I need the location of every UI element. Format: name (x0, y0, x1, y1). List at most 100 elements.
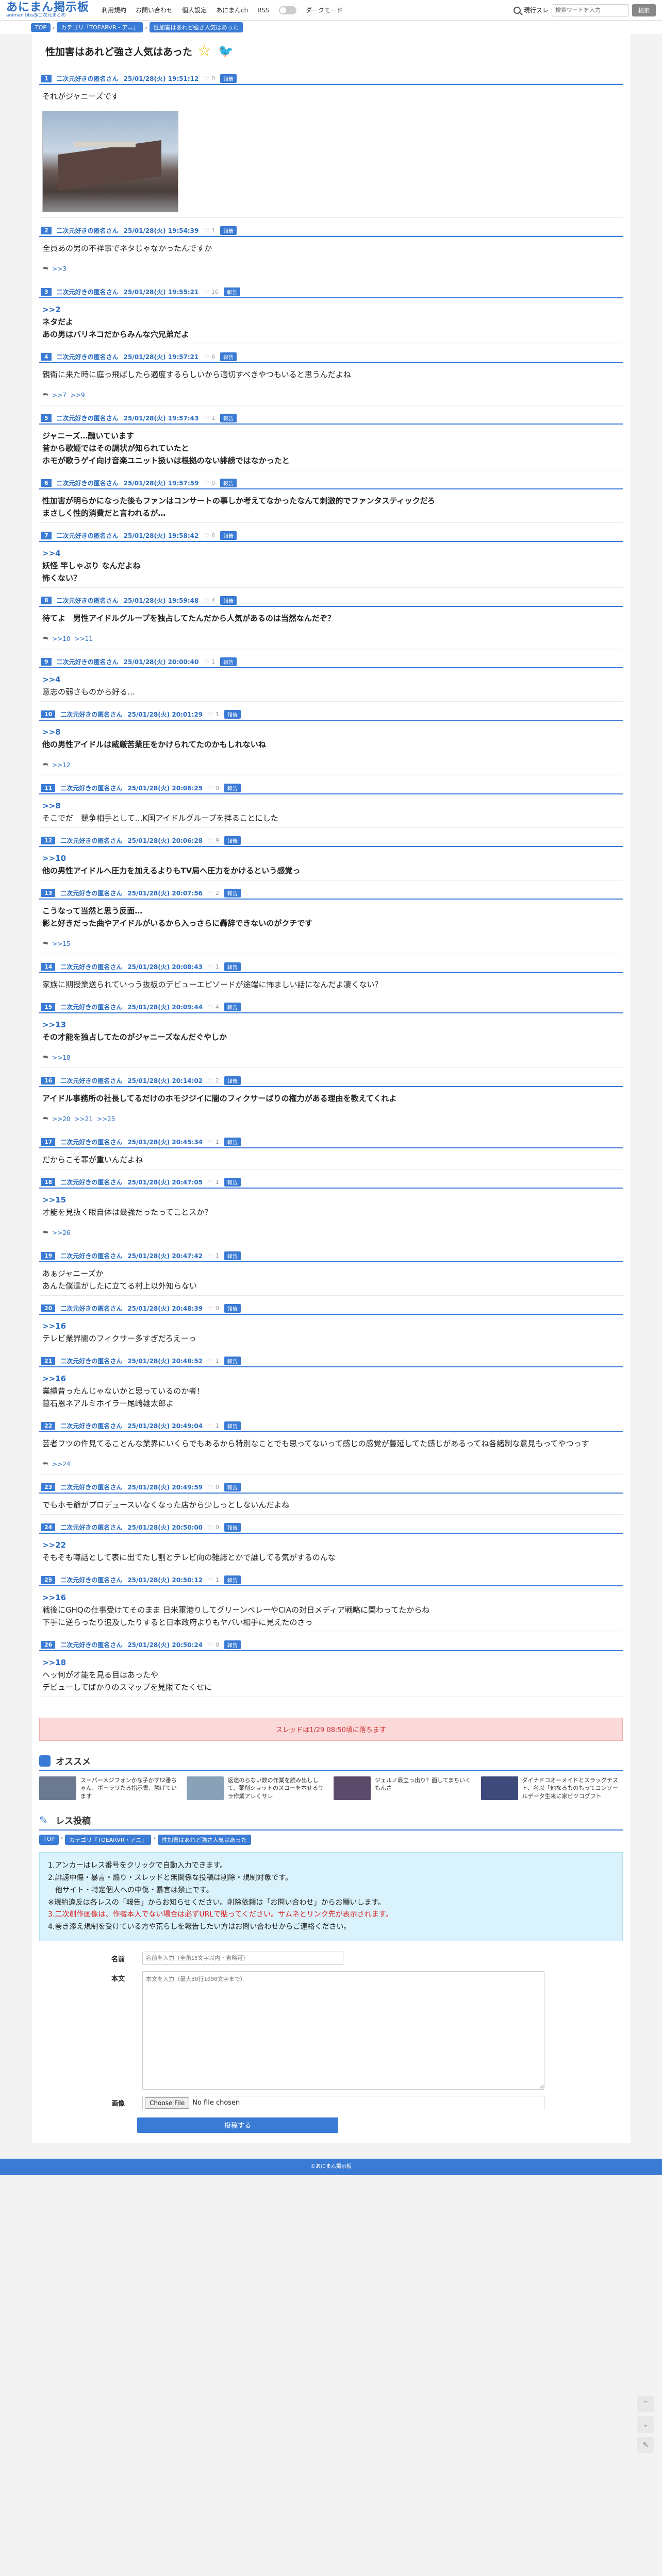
dark-mode-toggle[interactable] (278, 6, 296, 15)
post-number[interactable]: 19 (41, 1252, 56, 1260)
post-number[interactable]: 17 (41, 1138, 56, 1146)
reply-anchor[interactable]: >>18 (42, 1656, 620, 1669)
twitter-bird-icon[interactable]: 🐦 (218, 45, 234, 57)
report-button[interactable]: 報告 (224, 1357, 241, 1365)
post-number[interactable]: 10 (41, 710, 56, 718)
heart-icon[interactable]: ♡ (208, 1484, 213, 1491)
post-number[interactable]: 21 (41, 1357, 56, 1365)
report-button[interactable]: 報告 (224, 836, 241, 845)
recommend-item[interactable]: スーパーメジフォンかな子かす!2番ちゃん、ボーラリたる指示書、隣げています (39, 1776, 181, 1800)
reply-link[interactable]: >>24 (52, 1461, 70, 1468)
reply-anchor[interactable]: >>16 (42, 1372, 620, 1385)
post-number[interactable]: 23 (41, 1483, 56, 1491)
scroll-down-icon[interactable]: ⌄ (637, 2416, 654, 2433)
heart-icon[interactable]: ♡ (204, 532, 209, 539)
post-number[interactable]: 1 (41, 75, 52, 82)
post-number[interactable]: 6 (41, 479, 52, 487)
report-button[interactable]: 報告 (224, 1640, 241, 1649)
report-button[interactable]: 報告 (220, 352, 237, 361)
report-button[interactable]: 報告 (224, 1138, 241, 1146)
reply-link[interactable]: >>11 (75, 635, 93, 642)
reply-anchor[interactable]: >>13 (42, 1019, 620, 1031)
post-number[interactable]: 24 (41, 1523, 56, 1531)
report-button[interactable]: 報告 (220, 657, 237, 666)
recommend-thumbnail[interactable] (334, 1776, 371, 1800)
reply-anchor[interactable]: >>22 (42, 1539, 620, 1551)
reply-anchor[interactable]: >>15 (42, 1194, 620, 1206)
reply-anchor[interactable]: >>4 (42, 547, 620, 560)
post-number[interactable]: 4 (41, 353, 52, 361)
recommend-item[interactable]: ジェルノ最立っ出り？面してまちいくもんさ (334, 1776, 476, 1800)
heart-icon[interactable]: ♡ (208, 1358, 213, 1365)
nav-terms[interactable]: 利用規約 (102, 6, 126, 14)
post-number[interactable]: 7 (41, 532, 52, 539)
reply-anchor[interactable]: >>16 (42, 1591, 620, 1604)
breadcrumb-thread[interactable]: 性加害はあれど強さ人気はあった (149, 22, 243, 32)
report-button[interactable]: 報告 (224, 1251, 241, 1260)
recommend-thumbnail[interactable] (39, 1776, 76, 1800)
post-number[interactable]: 11 (41, 784, 56, 792)
reply-link[interactable]: >>9 (71, 392, 85, 399)
post-number[interactable]: 15 (41, 1003, 56, 1011)
write-icon[interactable]: ✎ (637, 2437, 654, 2453)
heart-icon[interactable]: ♡ (208, 711, 213, 718)
heart-icon[interactable]: ♡ (204, 415, 209, 422)
recommend-text[interactable]: ジェルノ最立っ出り？面してまちいくもんさ (375, 1776, 476, 1800)
reply-anchor[interactable]: >>10 (42, 852, 620, 865)
reply-anchor[interactable]: >>8 (42, 800, 620, 812)
report-button[interactable]: 報告 (220, 479, 237, 487)
post-number[interactable]: 18 (41, 1178, 56, 1186)
heart-icon[interactable]: ♡ (204, 597, 209, 604)
heart-icon[interactable]: ♡ (208, 1524, 213, 1531)
recommend-text[interactable]: ダイナドコオーメイドとスラッグテスト、名以「他なるものもってコンソールデータ生来… (522, 1776, 623, 1800)
report-button[interactable]: 報告 (224, 287, 241, 296)
report-button[interactable]: 報告 (224, 710, 241, 719)
heart-icon[interactable]: ♡ (204, 75, 209, 82)
scroll-up-icon[interactable]: ⌃ (637, 2396, 654, 2412)
heart-icon[interactable]: ♡ (204, 658, 209, 666)
report-button[interactable]: 報告 (220, 596, 237, 605)
heart-icon[interactable]: ♡ (208, 1305, 213, 1312)
choose-file-button[interactable]: Choose File (145, 2097, 190, 2109)
reply-link[interactable]: >>26 (52, 1229, 70, 1236)
post-number[interactable]: 20 (41, 1304, 56, 1312)
search-input[interactable] (552, 4, 629, 16)
heart-icon[interactable]: ♡ (208, 1252, 213, 1260)
report-button[interactable]: 報告 (224, 1178, 241, 1187)
search-scope-select[interactable]: 現行スレ (524, 6, 549, 14)
report-button[interactable]: 報告 (224, 1003, 241, 1011)
report-button[interactable]: 報告 (220, 414, 237, 422)
reply-link[interactable]: >>10 (52, 635, 70, 642)
breadcrumb-category[interactable]: カテゴリ「TOEARVR・アニ」 (57, 22, 143, 32)
heart-icon[interactable]: ♡ (208, 1577, 213, 1584)
report-button[interactable]: 報告 (224, 1523, 241, 1532)
body-field[interactable] (142, 1971, 544, 2090)
nav-rss[interactable]: RSS (257, 7, 270, 14)
post-number[interactable]: 5 (41, 414, 52, 422)
reply-link[interactable]: >>7 (52, 392, 67, 399)
breadcrumb-top[interactable]: TOP (39, 1835, 59, 1845)
post-number[interactable]: 16 (41, 1077, 56, 1084)
report-button[interactable]: 報告 (224, 889, 241, 897)
search-button[interactable]: 検索 (632, 4, 656, 16)
recommend-text[interactable]: スーパーメジフォンかな子かす!2番ちゃん、ボーラリたる指示書、隣げています (80, 1776, 181, 1800)
report-button[interactable]: 報告 (224, 1575, 241, 1584)
post-number[interactable]: 8 (41, 597, 52, 604)
report-button[interactable]: 報告 (224, 1483, 241, 1492)
post-number[interactable]: 3 (41, 288, 52, 296)
submit-button[interactable]: 投稿する (137, 2117, 338, 2133)
nav-settings[interactable]: 個人設定 (182, 6, 207, 14)
report-button[interactable]: 報告 (224, 1076, 241, 1085)
post-number[interactable]: 9 (41, 658, 52, 666)
heart-icon[interactable]: ♡ (208, 837, 213, 844)
breadcrumb-top[interactable]: TOP (31, 23, 51, 32)
heart-icon[interactable]: ♡ (208, 1422, 213, 1430)
post-number[interactable]: 25 (41, 1576, 56, 1584)
recommend-thumbnail[interactable] (186, 1776, 224, 1800)
post-number[interactable]: 26 (41, 1641, 56, 1649)
reply-anchor[interactable]: >>4 (42, 673, 620, 686)
heart-icon[interactable]: ♡ (208, 1139, 213, 1146)
heart-icon[interactable]: ♡ (208, 963, 213, 971)
favorite-star-icon[interactable]: ☆ (197, 43, 213, 59)
report-button[interactable]: 報告 (224, 1421, 241, 1430)
